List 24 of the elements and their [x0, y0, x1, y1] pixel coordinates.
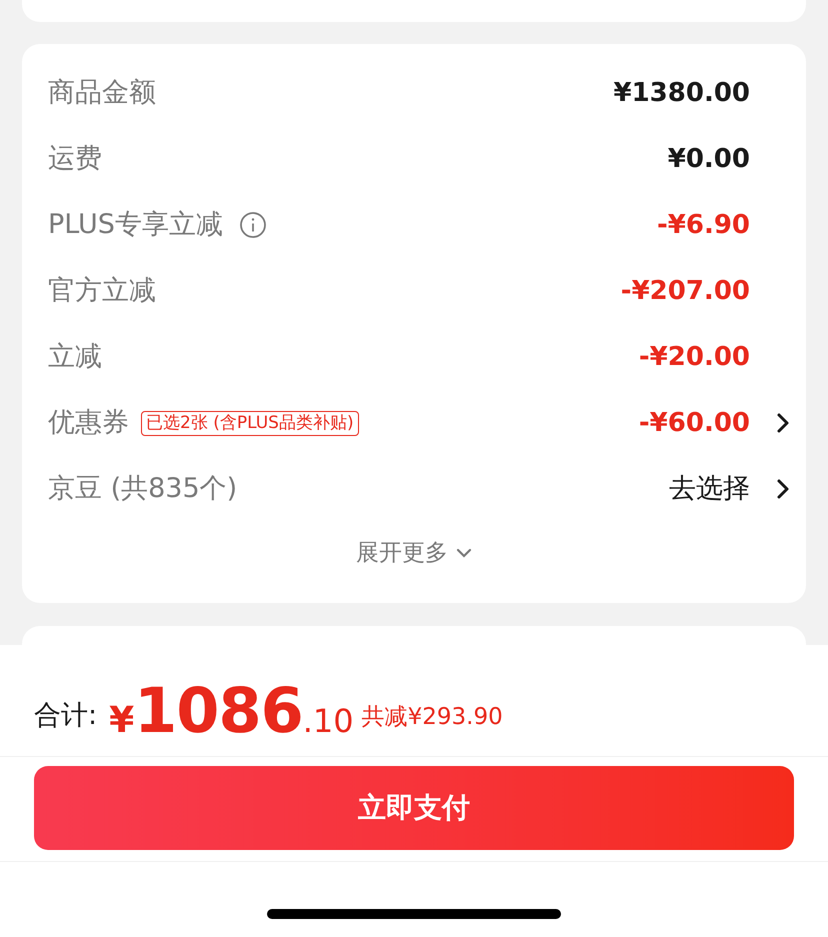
- price-label: PLUS专享立减: [48, 208, 223, 242]
- chevron-right-icon: [776, 478, 790, 500]
- price-value: -¥6.90: [656, 208, 750, 242]
- price-value: ¥1380.00: [613, 76, 750, 110]
- expand-more-button[interactable]: 展开更多: [356, 536, 472, 570]
- price-label: 商品金额: [48, 76, 156, 110]
- pay-button[interactable]: 立即支付: [34, 766, 794, 850]
- total-label: 合计:: [34, 699, 98, 734]
- price-value: -¥60.00: [638, 406, 750, 440]
- price-label: 立减: [48, 340, 102, 374]
- price-value: ¥0.00: [668, 142, 750, 176]
- chevron-right-icon: [776, 412, 790, 434]
- total-saving: 共减¥293.90: [362, 703, 503, 732]
- chevron-down-icon: [456, 548, 472, 558]
- price-value: -¥20.00: [638, 340, 750, 374]
- price-label: 官方立减: [48, 274, 156, 308]
- select-link[interactable]: 去选择: [669, 468, 750, 510]
- price-label: 优惠券: [48, 406, 129, 440]
- info-icon[interactable]: [238, 211, 267, 239]
- price-label: 运费: [48, 142, 102, 176]
- total-amount: ¥1086.10: [109, 680, 354, 742]
- price-label: 京豆 (共835个): [48, 472, 238, 506]
- coupon-tag: 已选2张 (含PLUS品类补贴): [141, 410, 359, 436]
- price-value: -¥207.00: [620, 274, 750, 308]
